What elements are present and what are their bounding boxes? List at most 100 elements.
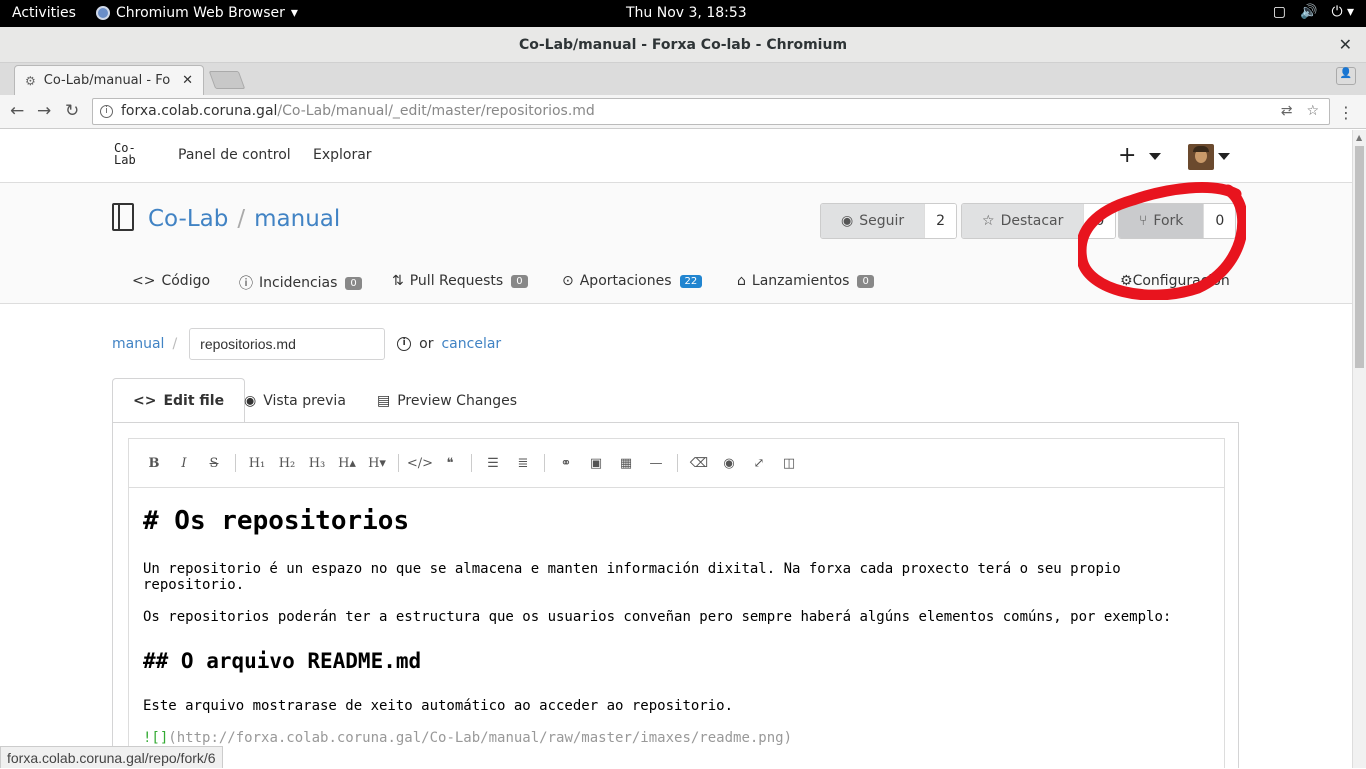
fork-label: Fork <box>1153 213 1184 229</box>
plus-icon: + <box>1118 143 1137 168</box>
clock[interactable]: Thu Nov 3, 18:53 <box>626 5 747 21</box>
activities-button[interactable]: Activities <box>12 5 76 21</box>
heading-smaller-icon[interactable]: H▾ <box>362 456 392 471</box>
info-icon[interactable]: i <box>100 105 113 118</box>
avatar-hair <box>1193 146 1209 152</box>
cancel-link[interactable]: cancelar <box>441 336 501 352</box>
watch-count[interactable]: 2 <box>924 204 957 238</box>
avatar[interactable] <box>1188 144 1214 170</box>
eraser-icon[interactable]: ⌫ <box>684 456 714 471</box>
eye-icon[interactable]: ◉ <box>714 456 744 471</box>
content-paragraph: Os repositorios poderán ter a estructura… <box>143 609 1172 625</box>
heading-2-icon[interactable]: H₂ <box>272 456 302 471</box>
browser-tab[interactable]: ⚙ Co-Lab/manual - Fo ✕ <box>14 65 204 95</box>
tab-preview-changes-label: Preview Changes <box>397 392 518 409</box>
tab-preview-changes[interactable]: ▤ Preview Changes <box>357 378 537 423</box>
unordered-list-icon[interactable]: ☰ <box>478 456 508 471</box>
side-by-side-icon[interactable]: ◫ <box>774 456 804 471</box>
site-logo[interactable]: Co- Lab <box>114 142 136 166</box>
tab-commits-label: Aportaciones <box>579 273 672 289</box>
heading-1-icon[interactable]: H₁ <box>242 456 272 471</box>
star-count[interactable]: 0 <box>1083 204 1116 238</box>
chevron-down-icon <box>1149 152 1162 160</box>
horizontal-rule-icon[interactable]: — <box>641 456 671 471</box>
page-scrollbar[interactable]: ▲ <box>1352 130 1366 768</box>
tab-settings[interactable]: ⚙Configuración <box>1120 273 1230 289</box>
chevron-down-icon: ▾ <box>290 5 298 21</box>
window-icon: ▢ <box>1272 4 1286 20</box>
tab-code[interactable]: <> Código <box>132 273 210 289</box>
ordered-list-icon[interactable]: ≣ <box>508 456 538 471</box>
translate-icon[interactable]: ⇄ <box>1281 99 1293 124</box>
new-tab-button[interactable] <box>208 71 246 89</box>
heading-3-icon[interactable]: H₃ <box>302 456 332 471</box>
back-icon[interactable]: ← <box>10 101 24 121</box>
breadcrumb: manual / i or cancelar <box>112 328 501 360</box>
bold-icon[interactable]: B <box>139 456 169 471</box>
content-heading-2: ## O arquivo README.md <box>143 649 422 673</box>
fork-count[interactable]: 0 <box>1203 204 1236 238</box>
app-menu-label: Chromium Web Browser <box>116 5 285 21</box>
repo-owner-link[interactable]: Co-Lab <box>148 206 228 232</box>
italic-icon[interactable]: I <box>169 456 199 471</box>
chevron-down-icon[interactable] <box>1218 153 1230 160</box>
app-menu[interactable]: Chromium Web Browser ▾ <box>96 5 298 21</box>
filename-input[interactable] <box>189 328 386 360</box>
book-icon <box>112 203 134 231</box>
tab-commits[interactable]: ⊙ Aportaciones 22 <box>562 273 703 289</box>
repo-header: Co-Lab / manual ◉ Seguir 2 ☆ Destacar 0 ⑂ For… <box>0 183 1352 304</box>
content-paragraph: Un repositorio é un espazo no que se alm… <box>143 561 1121 593</box>
tab-preview-label: Vista previa <box>263 392 346 409</box>
tab-releases[interactable]: ⌂ Lanzamientos 0 <box>737 273 874 289</box>
watch-button[interactable]: ◉ Seguir <box>821 204 925 238</box>
close-tab-icon[interactable]: ✕ <box>182 73 193 88</box>
tab-pull-requests[interactable]: ⇅ Pull Requests 0 <box>392 273 528 289</box>
volume-icon: 🔊 <box>1300 4 1318 20</box>
table-icon[interactable]: ▦ <box>611 456 641 471</box>
scrollbar-thumb[interactable] <box>1355 146 1364 368</box>
fullscreen-icon[interactable]: ⤢ <box>744 456 774 471</box>
star-group: ☆ Destacar 0 <box>961 203 1117 239</box>
heading-bigger-icon[interactable]: H▴ <box>332 456 362 471</box>
issues-count-badge: 0 <box>345 276 362 290</box>
reload-icon[interactable]: ↻ <box>65 101 79 121</box>
nav-dashboard[interactable]: Panel de control <box>178 147 291 163</box>
breadcrumb-repo-link[interactable]: manual <box>112 336 164 352</box>
or-text: or <box>419 336 434 352</box>
address-bar[interactable]: i forxa.colab.coruna.gal/Co-Lab/manual/_… <box>92 98 1330 125</box>
star-button[interactable]: ☆ Destacar <box>962 204 1084 238</box>
code-icon[interactable]: </> <box>405 456 435 471</box>
scroll-up-icon[interactable]: ▲ <box>1356 133 1362 142</box>
site-header: Co- Lab Panel de control Explorar + <box>0 130 1352 183</box>
create-menu[interactable]: + <box>1118 143 1162 168</box>
gnome-top-bar: Activities Chromium Web Browser ▾ Thu No… <box>0 0 1366 27</box>
close-window-icon[interactable]: ✕ <box>1339 27 1352 63</box>
profile-icon[interactable]: 👤 <box>1336 67 1356 85</box>
toolbar-divider <box>471 454 472 472</box>
pull-request-icon: ⇅ <box>392 273 404 289</box>
forward-icon[interactable]: → <box>37 101 51 121</box>
menu-icon[interactable]: ⋮ <box>1338 103 1354 122</box>
strikethrough-icon[interactable]: S <box>199 456 229 471</box>
nav-explore[interactable]: Explorar <box>313 147 372 163</box>
content-paragraph: Este arquivo mostrarase de xeito automát… <box>143 698 734 714</box>
editor-content[interactable]: # Os repositorios Un repositorio é un es… <box>143 497 1210 746</box>
eye-icon: ◉ <box>244 392 257 409</box>
fork-button[interactable]: ⑂ Fork <box>1119 204 1204 238</box>
tab-issues[interactable]: ⓘ Incidencias 0 <box>239 273 362 293</box>
info-icon[interactable]: i <box>397 337 412 351</box>
star-icon: ☆ <box>982 213 995 229</box>
quote-icon[interactable]: ❝ <box>435 456 465 471</box>
system-tray[interactable]: ▢ 🔊 ⏻ ▾ <box>1273 4 1354 20</box>
power-icon: ⏻ ▾ <box>1331 4 1354 20</box>
image-icon[interactable]: ▣ <box>581 456 611 471</box>
toolbar-divider <box>677 454 678 472</box>
code-icon: <> <box>132 273 156 289</box>
link-icon[interactable]: ⚭ <box>551 456 581 471</box>
repo-name-link[interactable]: manual <box>254 206 340 232</box>
tab-preview[interactable]: ◉ Vista previa <box>224 378 366 423</box>
image-markdown-prefix: ![] <box>143 730 169 746</box>
bookmark-star-icon[interactable]: ☆ <box>1306 99 1319 124</box>
repo-title-separator: / <box>237 206 246 232</box>
watch-label: Seguir <box>859 213 905 229</box>
